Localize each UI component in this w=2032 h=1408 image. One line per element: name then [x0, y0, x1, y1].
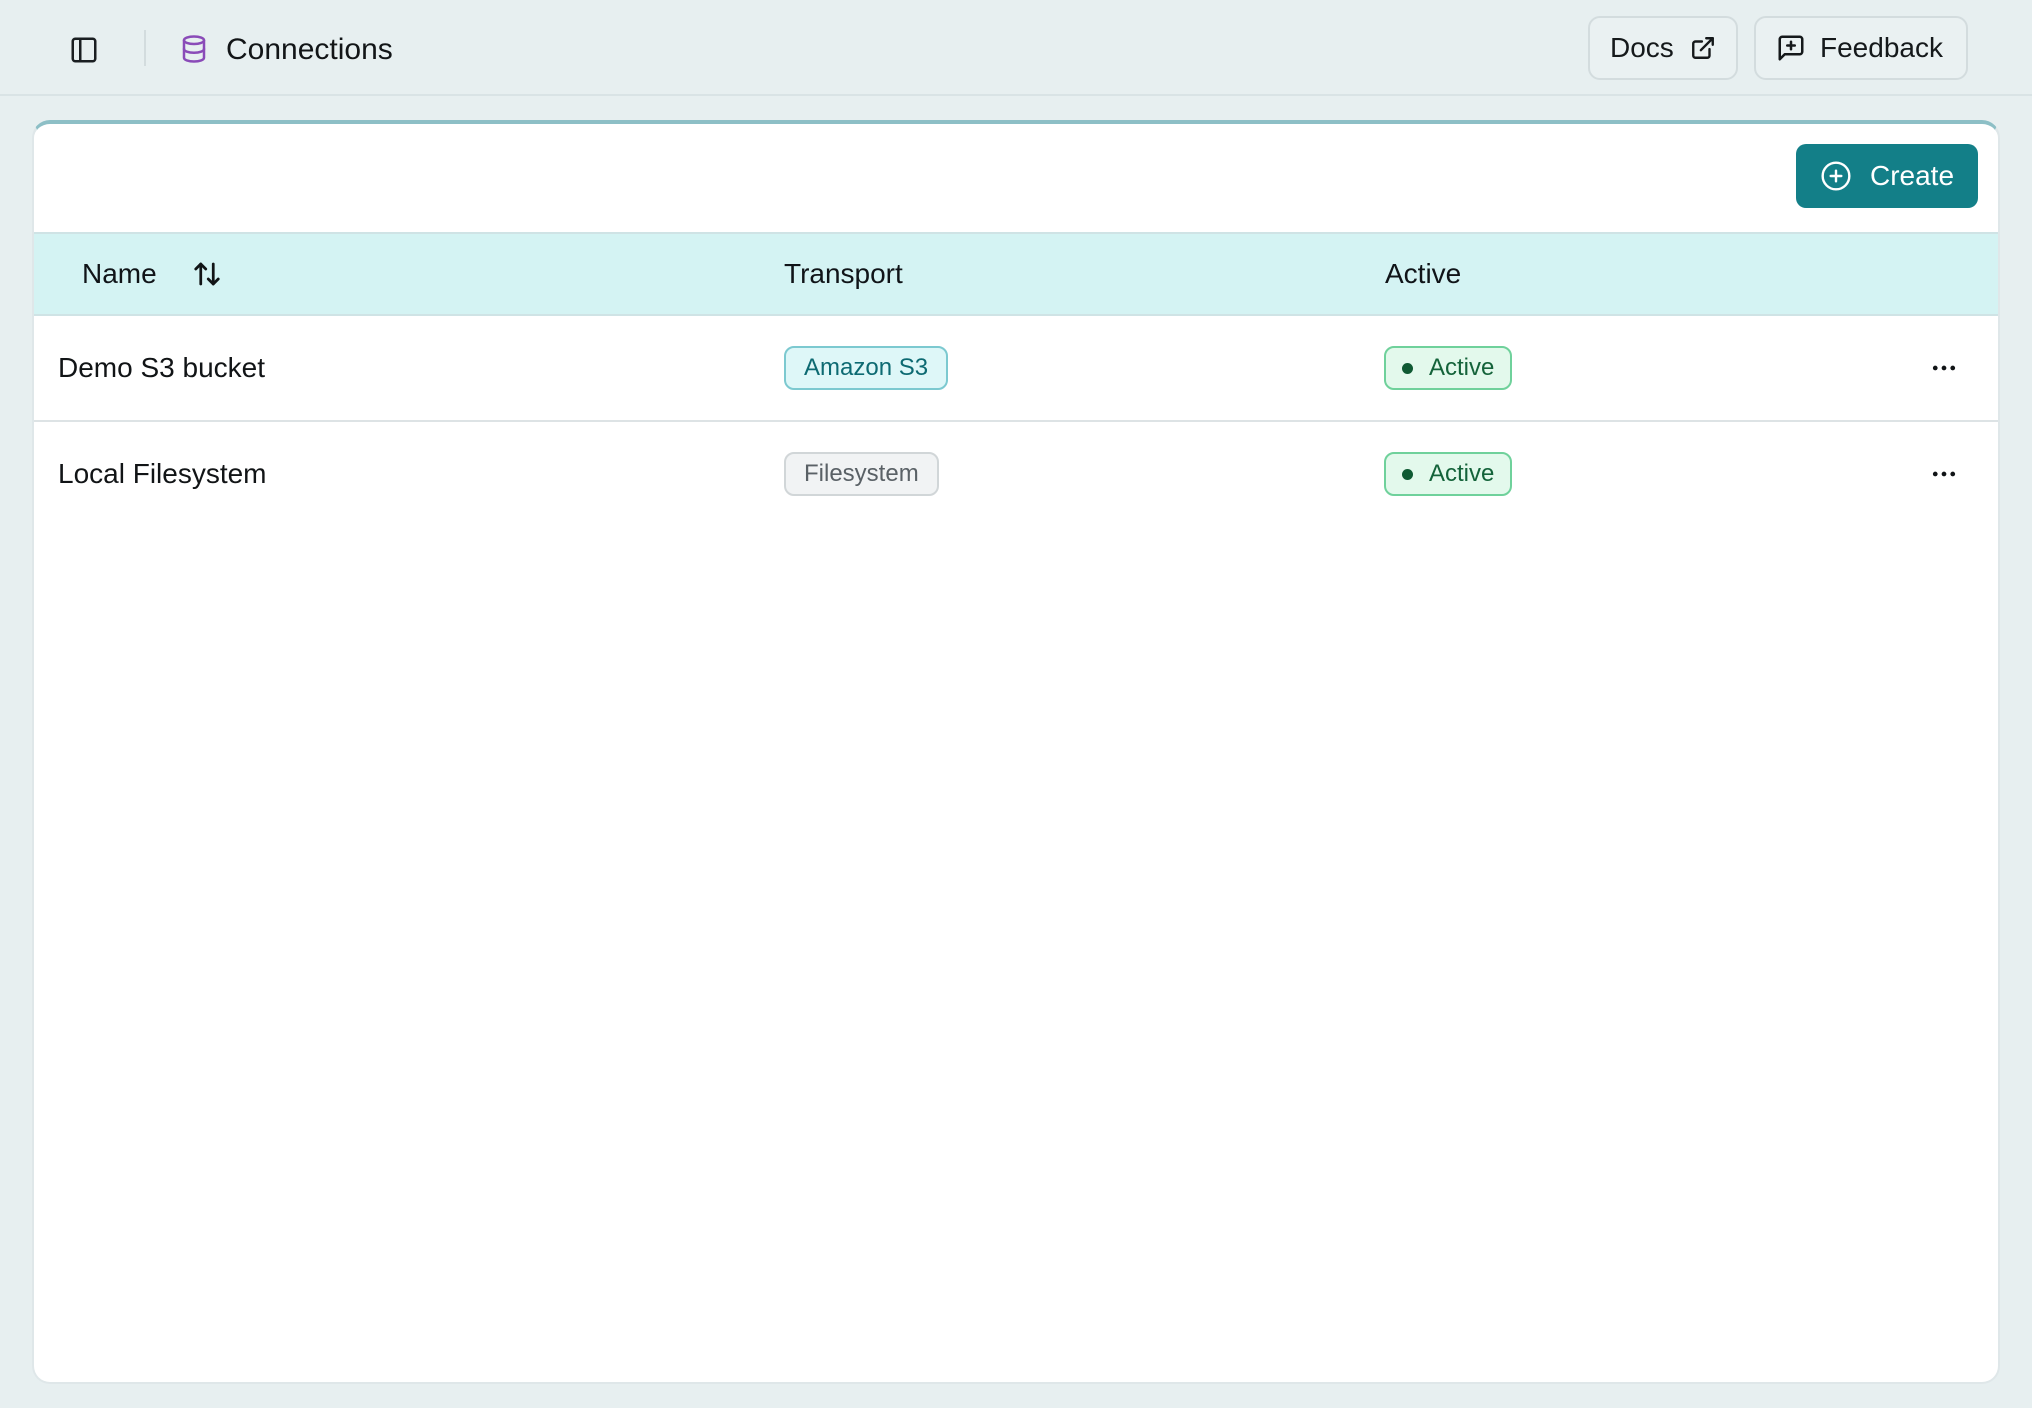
more-horizontal-icon: [1929, 459, 1959, 489]
column-name-label: Name: [82, 258, 157, 289]
row-menu-button[interactable]: [1922, 316, 1966, 420]
status-label: Active: [1429, 354, 1495, 381]
sidebar-toggle-icon: [69, 35, 99, 65]
column-header-name: Name: [82, 234, 223, 314]
transport-badge: Amazon S3: [784, 346, 949, 390]
feedback-label: Feedback: [1820, 32, 1943, 63]
status-badge: Active: [1384, 452, 1513, 496]
transport-cell: Amazon S3: [784, 316, 949, 420]
create-label: Create: [1869, 160, 1955, 191]
feedback-button[interactable]: Feedback: [1754, 16, 1968, 80]
column-header-transport: Transport: [784, 258, 903, 289]
more-horizontal-icon: [1929, 353, 1959, 383]
sidebar-toggle-button[interactable]: [64, 30, 104, 70]
sort-button[interactable]: [191, 258, 223, 290]
status-dot-icon: [1402, 468, 1413, 480]
plus-circle-icon: [1820, 160, 1852, 192]
status-badge: Active: [1384, 346, 1513, 390]
table-row[interactable]: Demo S3 bucket Amazon S3 Active: [34, 316, 1998, 422]
docs-label: Docs: [1610, 32, 1674, 63]
connection-name[interactable]: Local Filesystem: [58, 422, 267, 526]
transport-cell: Filesystem: [784, 422, 939, 526]
header-divider: [144, 30, 146, 66]
docs-button[interactable]: Docs: [1588, 16, 1738, 80]
transport-badge: Filesystem: [784, 452, 939, 496]
table-row[interactable]: Local Filesystem Filesystem Active: [34, 422, 1998, 528]
row-menu-button[interactable]: [1922, 422, 1966, 526]
status-label: Active: [1429, 460, 1495, 487]
external-link-icon: [1690, 35, 1716, 61]
connections-panel: Create Name Transport Active Demo S3 buc…: [32, 120, 2000, 1384]
message-square-plus-icon: [1776, 33, 1806, 63]
page-title: Connections: [226, 33, 393, 66]
arrow-up-down-icon: [192, 259, 222, 289]
database-icon: [176, 29, 212, 69]
column-header-active: Active: [1385, 258, 1462, 289]
status-dot-icon: [1402, 362, 1413, 374]
top-bar: Connections Docs Feedback: [0, 0, 2032, 96]
table-header: Name Transport Active: [34, 232, 1998, 316]
connection-name[interactable]: Demo S3 bucket: [58, 316, 265, 420]
active-cell: Active: [1384, 316, 1513, 420]
create-button[interactable]: Create: [1796, 144, 1978, 208]
active-cell: Active: [1384, 422, 1513, 526]
